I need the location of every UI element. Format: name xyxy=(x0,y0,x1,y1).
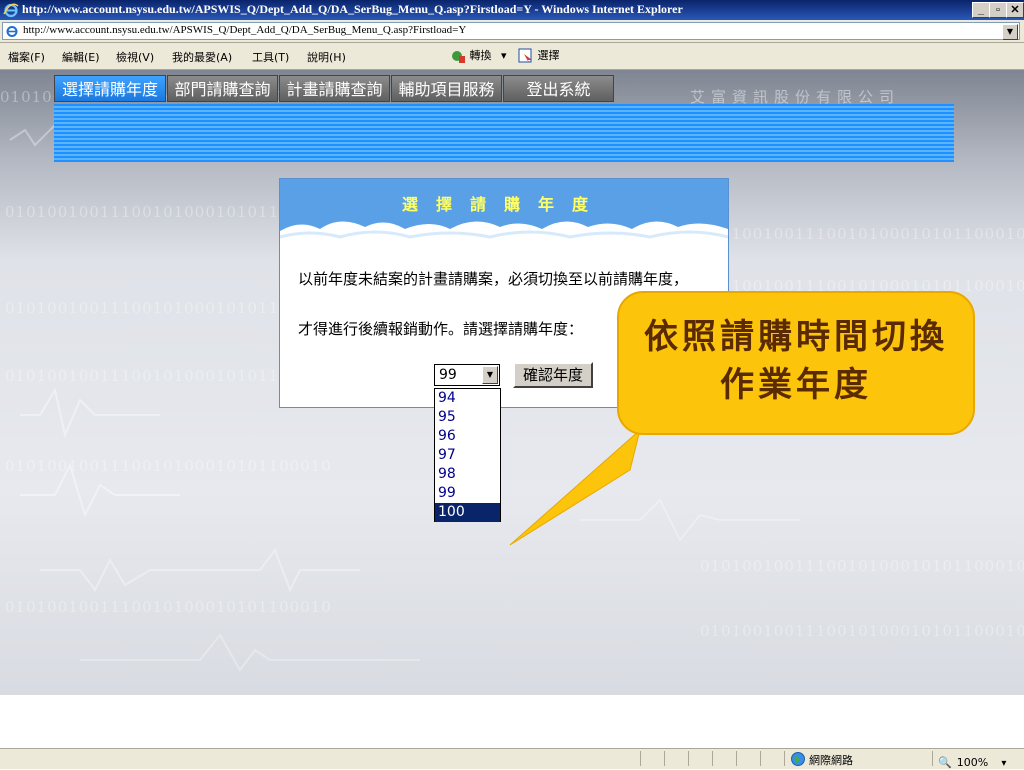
zoom-control[interactable]: 🔍 100% ▾ xyxy=(938,751,1006,769)
status-divider xyxy=(760,751,761,766)
status-divider xyxy=(664,751,665,766)
status-divider xyxy=(736,751,737,766)
callout-line2: 作業年度 xyxy=(720,365,872,405)
status-divider xyxy=(688,751,689,766)
callout-line1: 依照請購時間切換 xyxy=(644,317,948,357)
zoom-icon: 🔍 xyxy=(938,756,952,769)
status-bar: 網際網路 🔍 100% ▾ xyxy=(0,748,1024,769)
callout-bubble: 依照請購時間切換 作業年度 xyxy=(617,291,975,435)
security-zone-label: 網際網路 xyxy=(809,754,853,767)
status-divider xyxy=(712,751,713,766)
status-divider xyxy=(640,751,641,766)
zoom-level: 100% xyxy=(956,756,989,769)
status-divider xyxy=(932,751,933,766)
internet-zone-icon xyxy=(791,752,805,766)
zoom-dropdown-icon[interactable]: ▾ xyxy=(1001,758,1006,769)
status-divider xyxy=(784,751,785,766)
